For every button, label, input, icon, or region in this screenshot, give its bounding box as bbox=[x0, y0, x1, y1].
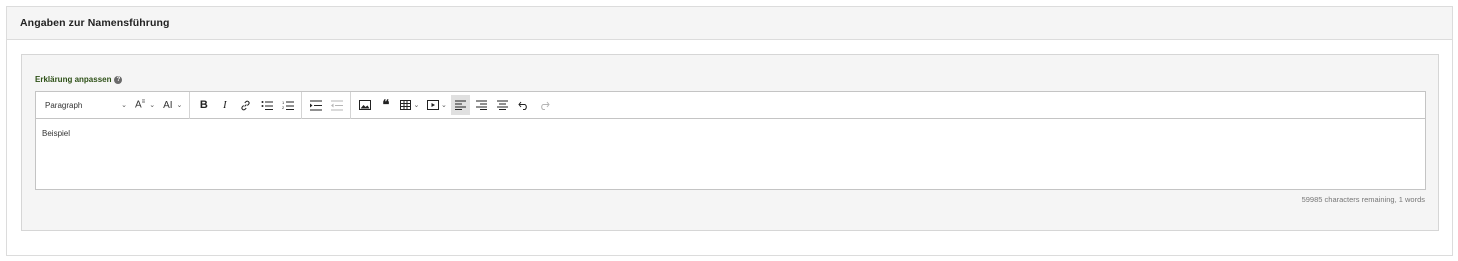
media-embed-button[interactable]: ⌄ bbox=[424, 95, 449, 115]
text-size-icon: AI bbox=[163, 99, 173, 111]
align-center-button[interactable] bbox=[493, 95, 512, 115]
bold-button[interactable]: B bbox=[194, 95, 213, 115]
paragraph-dropdown[interactable]: Paragraph ⌄ bbox=[40, 95, 131, 115]
italic-icon: I bbox=[223, 99, 227, 111]
toolbar-divider bbox=[189, 91, 191, 119]
font-size-icon: A≡ bbox=[135, 99, 146, 111]
numbered-list-icon: 12 bbox=[282, 100, 294, 110]
align-right-button[interactable] bbox=[472, 95, 491, 115]
names-panel: Angaben zur Namensführung Erklärung anpa… bbox=[6, 6, 1453, 256]
redo-button[interactable] bbox=[535, 95, 554, 115]
field-container: Erklärung anpassen ? Paragraph ⌄ A≡ ⌄ AI bbox=[21, 54, 1439, 231]
image-button[interactable] bbox=[355, 95, 374, 115]
panel-title: Angaben zur Namensführung bbox=[20, 17, 170, 29]
blockquote-button[interactable]: ❝ bbox=[376, 95, 395, 115]
blockquote-icon: ❝ bbox=[382, 97, 390, 112]
panel-header: Angaben zur Namensführung bbox=[7, 7, 1452, 40]
redo-icon bbox=[541, 101, 551, 110]
chevron-down-icon: ⌄ bbox=[121, 102, 127, 109]
chevron-down-icon: ⌄ bbox=[440, 102, 447, 109]
chevron-down-icon: ⌄ bbox=[176, 102, 183, 109]
align-right-icon bbox=[476, 100, 488, 110]
image-icon bbox=[358, 100, 371, 110]
italic-button[interactable]: I bbox=[215, 95, 234, 115]
bulleted-list-icon bbox=[261, 100, 273, 110]
link-button[interactable] bbox=[236, 95, 255, 115]
table-button[interactable]: ⌄ bbox=[397, 95, 422, 115]
svg-text:2: 2 bbox=[282, 105, 285, 110]
indent-icon bbox=[309, 100, 322, 110]
link-icon bbox=[241, 100, 250, 110]
rich-text-editor: Paragraph ⌄ A≡ ⌄ AI ⌄ B I 1 2 ❝ ⌄ ⌄ Beis… bbox=[35, 91, 1426, 190]
outdent-button[interactable] bbox=[327, 95, 346, 115]
media-embed-icon bbox=[426, 100, 439, 110]
text-size-dropdown[interactable]: AI ⌄ bbox=[159, 95, 186, 115]
field-label: Erklärung anpassen bbox=[35, 75, 112, 84]
toolbar-divider bbox=[350, 91, 352, 119]
character-counter: 59985 characters remaining, 1 words bbox=[1301, 195, 1425, 204]
outdent-icon bbox=[330, 100, 343, 110]
numbered-list-button[interactable]: 12 bbox=[278, 95, 297, 115]
bold-icon: B bbox=[199, 99, 208, 111]
chevron-down-icon: ⌄ bbox=[413, 102, 420, 109]
undo-icon bbox=[518, 101, 528, 110]
align-left-icon bbox=[455, 100, 467, 110]
paragraph-dropdown-label: Paragraph bbox=[45, 100, 83, 110]
font-size-dropdown[interactable]: A≡ ⌄ bbox=[131, 95, 159, 115]
bulleted-list-button[interactable] bbox=[257, 95, 276, 115]
align-left-button[interactable] bbox=[451, 95, 471, 115]
question-circle-icon[interactable]: ? bbox=[114, 75, 123, 84]
field-label-row: Erklärung anpassen ? bbox=[35, 75, 123, 84]
table-icon bbox=[400, 100, 412, 110]
undo-button[interactable] bbox=[514, 95, 533, 115]
editor-toolbar: Paragraph ⌄ A≡ ⌄ AI ⌄ B I 1 2 ❝ ⌄ ⌄ bbox=[36, 91, 1425, 119]
indent-button[interactable] bbox=[306, 95, 325, 115]
toolbar-divider bbox=[301, 91, 303, 119]
align-center-icon bbox=[497, 100, 509, 110]
editor-text: Beispiel bbox=[42, 129, 71, 138]
chevron-down-icon: ⌄ bbox=[149, 102, 156, 109]
editor-content[interactable]: Beispiel bbox=[36, 119, 1425, 190]
